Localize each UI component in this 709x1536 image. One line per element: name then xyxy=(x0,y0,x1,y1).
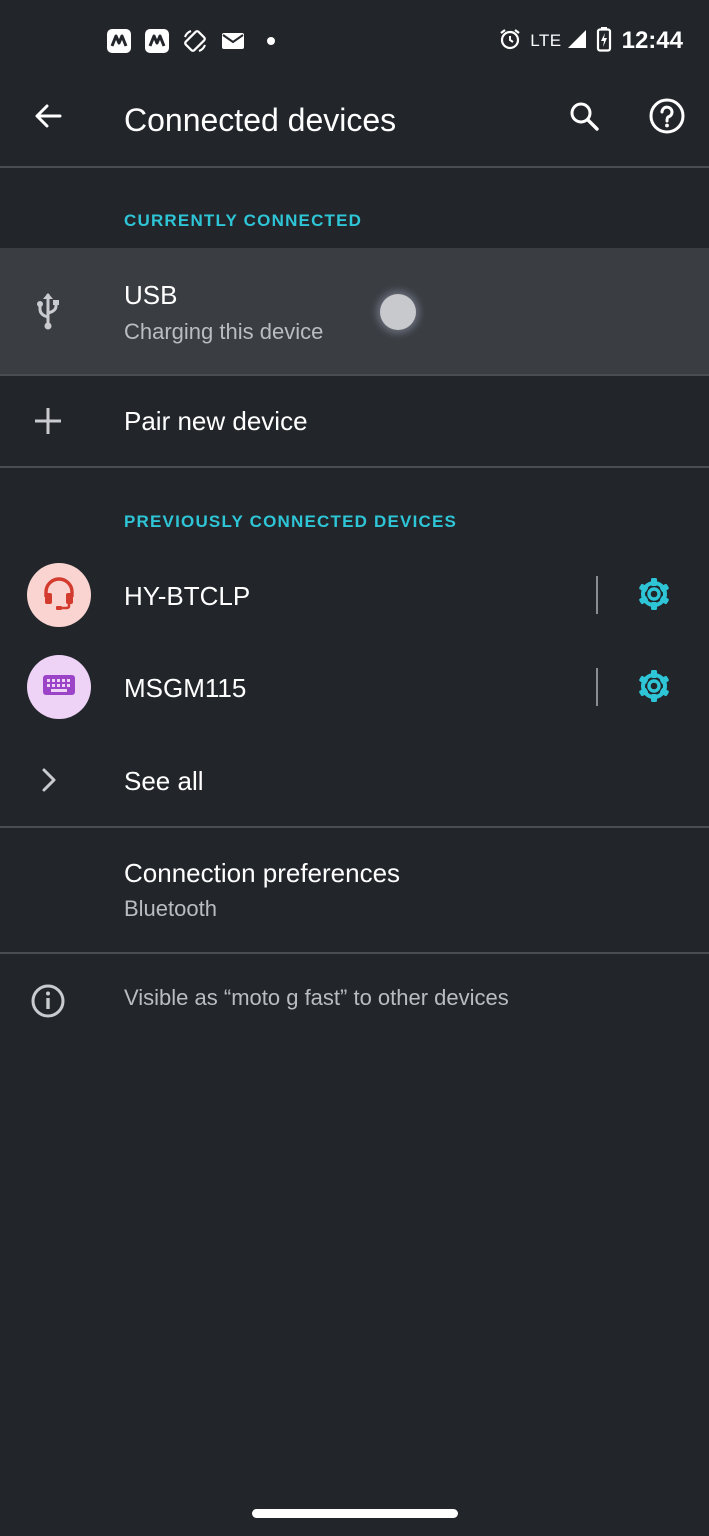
chevron-right-icon xyxy=(24,756,72,804)
device-row-hy-btclp[interactable]: HY-BTCLP xyxy=(0,550,709,642)
app-n-icon xyxy=(144,28,170,54)
gear-icon xyxy=(636,668,672,709)
notification-icons xyxy=(106,27,284,55)
help-button[interactable] xyxy=(643,94,691,142)
vertical-separator xyxy=(596,668,598,706)
system-icons: LTE 12:44 xyxy=(498,25,683,57)
signal-icon xyxy=(566,28,588,55)
app-n-icon xyxy=(106,28,132,54)
dot-icon xyxy=(258,28,284,54)
page-title: Connected devices xyxy=(124,102,397,138)
currently-connected-header: CURRENTLY CONNECTED xyxy=(124,211,363,230)
usb-icon xyxy=(24,287,72,335)
plus-icon xyxy=(24,397,72,445)
previously-connected-header: PREVIOUSLY CONNECTED DEVICES xyxy=(124,512,458,531)
headset-icon xyxy=(41,575,77,616)
connection-preferences-subtitle: Bluetooth xyxy=(124,896,217,921)
device-settings-button[interactable] xyxy=(630,572,678,620)
rotate-icon xyxy=(182,28,208,54)
back-arrow-icon xyxy=(32,100,64,137)
connection-preferences-row[interactable]: Connection preferences Bluetooth xyxy=(0,828,709,952)
network-label: LTE xyxy=(530,31,562,50)
clock: 12:44 xyxy=(621,27,683,54)
usb-row[interactable]: USB Charging this device xyxy=(0,248,709,374)
see-all-label: See all xyxy=(124,766,204,796)
search-icon xyxy=(567,99,601,138)
device-avatar xyxy=(27,563,91,627)
device-avatar xyxy=(27,655,91,719)
visibility-text: Visible as “moto g fast” to other device… xyxy=(124,985,509,1010)
usb-title: USB xyxy=(124,280,178,310)
vertical-separator xyxy=(596,576,598,614)
app-bar: Connected devices xyxy=(0,80,709,168)
status-bar: LTE 12:44 xyxy=(0,0,709,80)
connection-preferences-title: Connection preferences xyxy=(124,858,401,888)
mail-icon xyxy=(220,28,246,54)
home-indicator[interactable] xyxy=(252,1509,458,1518)
keyboard-icon xyxy=(41,671,77,704)
device-settings-button[interactable] xyxy=(630,664,678,712)
divider xyxy=(0,952,709,954)
search-button[interactable] xyxy=(560,94,608,142)
device-row-msgm115[interactable]: MSGM115 xyxy=(0,642,709,734)
gear-icon xyxy=(636,576,672,617)
device-name: MSGM115 xyxy=(124,673,247,703)
divider xyxy=(0,466,709,468)
device-name: HY-BTCLP xyxy=(124,581,251,611)
info-icon xyxy=(24,977,72,1025)
help-icon xyxy=(648,97,686,140)
alarm-icon xyxy=(498,27,522,56)
back-button[interactable] xyxy=(24,94,72,142)
pair-new-device-label: Pair new device xyxy=(124,406,308,436)
see-all-row[interactable]: See all xyxy=(0,734,709,826)
pair-new-device-row[interactable]: Pair new device xyxy=(0,376,709,466)
touch-ripple xyxy=(380,294,416,330)
usb-subtitle: Charging this device xyxy=(124,319,324,344)
battery-charging-icon xyxy=(596,26,612,57)
